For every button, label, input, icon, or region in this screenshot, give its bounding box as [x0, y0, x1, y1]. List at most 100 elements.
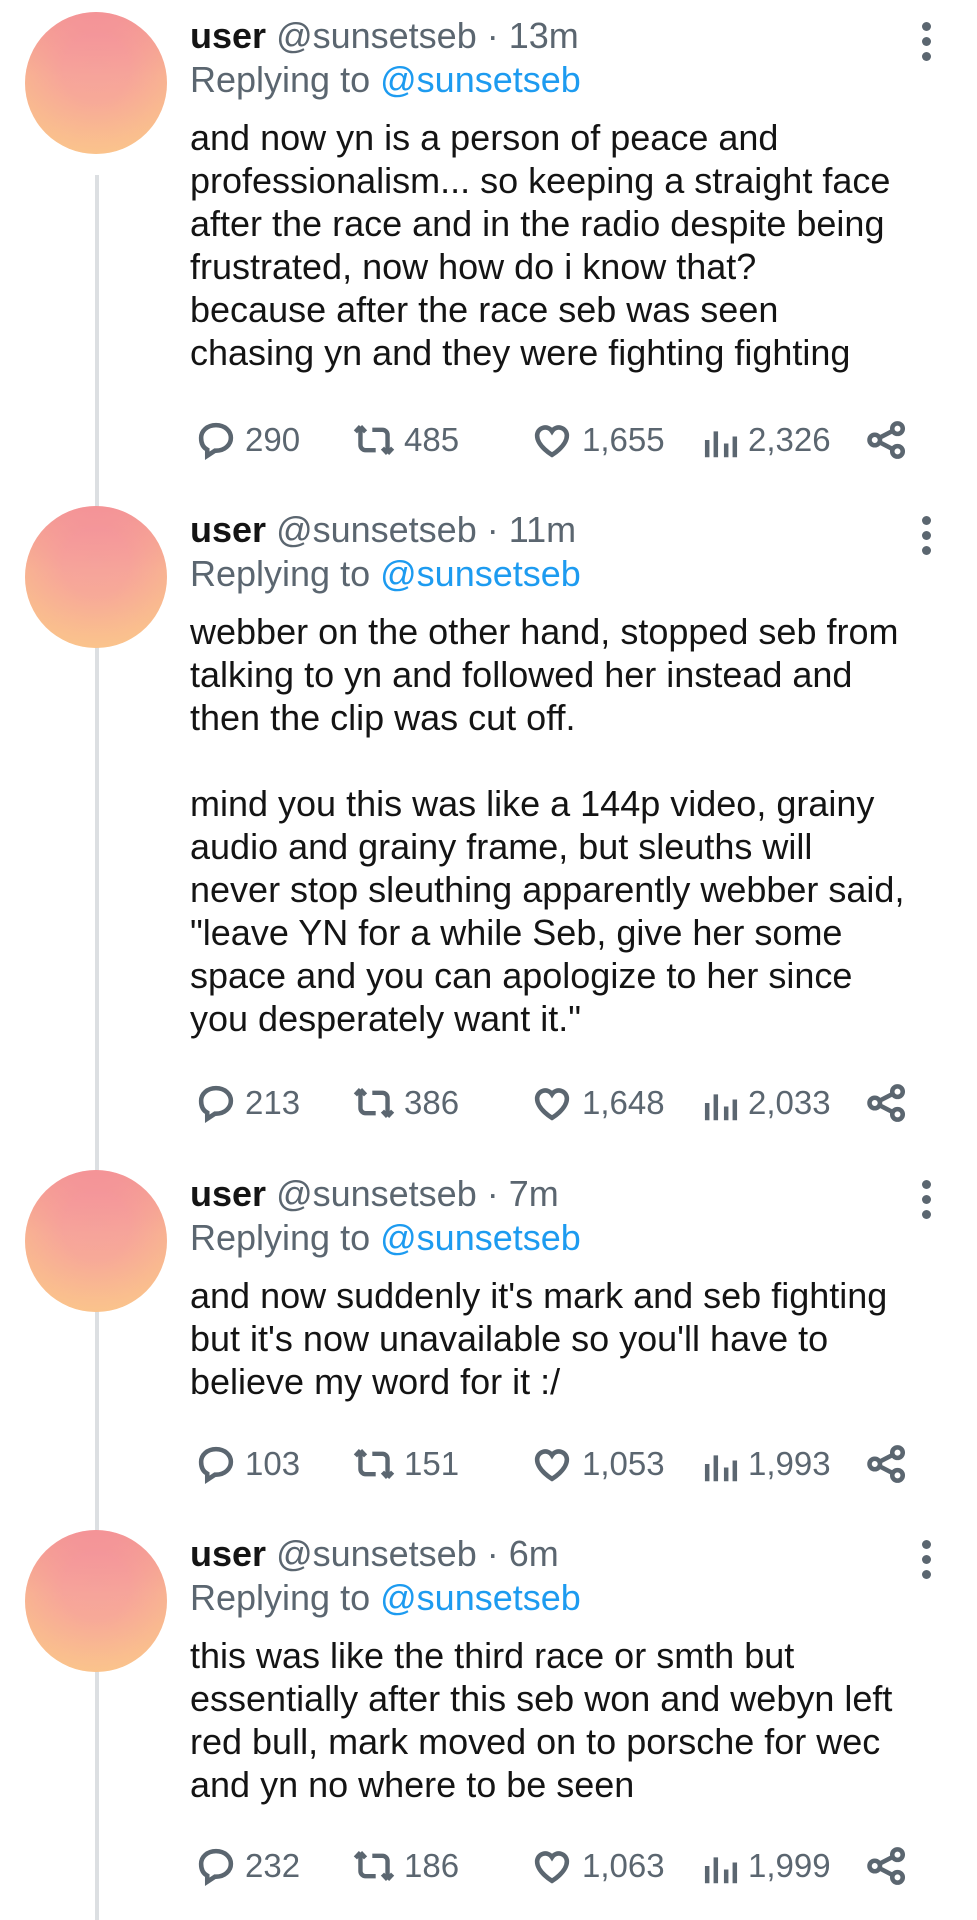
reply-button[interactable]: 232 — [195, 1842, 300, 1890]
display-name[interactable]: user — [190, 1173, 266, 1214]
more-options-icon[interactable] — [922, 22, 932, 61]
tweet-header: user @sunsetseb · 6m — [190, 1532, 937, 1576]
display-name[interactable]: user — [190, 15, 266, 56]
like-button[interactable]: 1,053 — [530, 1440, 665, 1488]
reply-button[interactable]: 290 — [195, 416, 300, 464]
views-count: 2,033 — [748, 1084, 831, 1121]
tweet-text: this was like the third race or smth but… — [190, 1635, 893, 1805]
replying-mention[interactable]: @sunsetseb — [380, 1217, 581, 1258]
more-options-icon[interactable] — [922, 1180, 932, 1219]
action-bar: 213 386 1,648 2,033 — [195, 1079, 915, 1127]
share-button[interactable] — [865, 1842, 909, 1890]
tweet-time: 11m — [508, 509, 577, 550]
share-icon — [867, 421, 906, 459]
replying-line: Replying to @sunsetseb — [190, 1216, 937, 1260]
share-icon — [867, 1847, 906, 1885]
share-button[interactable] — [865, 1079, 909, 1127]
separator-dot: · — [486, 1173, 509, 1214]
share-icon — [867, 1084, 906, 1122]
retweet-icon — [353, 1850, 395, 1882]
tweet-text: webber on the other hand, stopped seb fr… — [190, 611, 905, 1039]
heart-icon — [534, 1449, 570, 1482]
reply-icon — [198, 1446, 234, 1484]
user-handle[interactable]: @sunsetseb — [276, 509, 477, 550]
share-button[interactable] — [865, 1440, 909, 1488]
tweet-text: and now yn is a person of peace and prof… — [190, 117, 891, 373]
views-icon — [704, 1455, 738, 1482]
like-button[interactable]: 1,063 — [530, 1842, 665, 1890]
retweet-count: 386 — [404, 1084, 460, 1121]
share-button[interactable] — [865, 416, 909, 464]
retweet-icon — [353, 424, 395, 456]
action-bar: 103 151 1,053 1,993 — [195, 1440, 915, 1488]
retweet-icon — [353, 1087, 395, 1119]
display-name[interactable]: user — [190, 509, 266, 550]
heart-icon — [534, 1851, 570, 1884]
replying-line: Replying to @sunsetseb — [190, 58, 937, 102]
replying-prefix: Replying to — [190, 59, 371, 100]
user-handle[interactable]: @sunsetseb — [276, 15, 477, 56]
replying-line: Replying to @sunsetseb — [190, 1576, 937, 1620]
reply-count: 213 — [245, 1084, 301, 1121]
replying-prefix: Replying to — [190, 553, 371, 594]
user-handle[interactable]: @sunsetseb — [276, 1173, 477, 1214]
retweet-button[interactable]: 151 — [352, 1440, 459, 1488]
tweet-header: user @sunsetseb · 7m — [190, 1172, 937, 1216]
retweet-icon — [353, 1448, 395, 1480]
tweet-time: 13m — [508, 15, 579, 56]
like-count: 1,655 — [582, 421, 665, 458]
reply-count: 232 — [245, 1847, 301, 1884]
replying-mention[interactable]: @sunsetseb — [380, 553, 581, 594]
views-button[interactable]: 2,033 — [702, 1079, 831, 1127]
reply-count: 103 — [245, 1445, 301, 1482]
like-button[interactable]: 1,648 — [530, 1079, 665, 1127]
replying-prefix: Replying to — [190, 1217, 371, 1258]
replying-mention[interactable]: @sunsetseb — [380, 59, 581, 100]
separator-dot: · — [486, 1533, 509, 1574]
separator-dot: · — [486, 509, 509, 550]
tweet-time: 6m — [508, 1533, 559, 1574]
views-button[interactable]: 1,993 — [702, 1440, 831, 1488]
separator-dot: · — [486, 15, 509, 56]
views-count: 2,326 — [748, 421, 831, 458]
retweet-button[interactable]: 186 — [352, 1842, 459, 1890]
tweet-time: 7m — [508, 1173, 559, 1214]
display-name[interactable]: user — [190, 1533, 266, 1574]
tweet-text: and now suddenly it's mark and seb fight… — [190, 1275, 888, 1402]
heart-icon — [534, 1088, 570, 1121]
avatar[interactable] — [25, 506, 167, 648]
like-button[interactable]: 1,655 — [530, 416, 665, 464]
retweet-count: 485 — [404, 421, 460, 458]
retweet-count: 186 — [404, 1847, 460, 1884]
views-icon — [704, 431, 738, 458]
views-count: 1,993 — [748, 1445, 831, 1482]
like-count: 1,053 — [582, 1445, 665, 1482]
tweet-header: user @sunsetseb · 13m — [190, 14, 937, 58]
views-button[interactable]: 1,999 — [702, 1842, 831, 1890]
tweet-header: user @sunsetseb · 11m — [190, 508, 937, 552]
retweet-count: 151 — [404, 1445, 460, 1482]
action-bar: 290 485 1,655 2,326 — [195, 416, 915, 464]
share-icon — [867, 1445, 906, 1483]
reply-button[interactable]: 103 — [195, 1440, 300, 1488]
user-handle[interactable]: @sunsetseb — [276, 1533, 477, 1574]
more-options-icon[interactable] — [922, 1540, 932, 1579]
replying-mention[interactable]: @sunsetseb — [380, 1577, 581, 1618]
avatar[interactable] — [25, 1530, 167, 1672]
retweet-button[interactable]: 485 — [352, 416, 459, 464]
retweet-button[interactable]: 386 — [352, 1079, 459, 1127]
reply-icon — [198, 422, 234, 460]
avatar[interactable] — [25, 1170, 167, 1312]
views-count: 1,999 — [748, 1847, 831, 1884]
views-button[interactable]: 2,326 — [702, 416, 831, 464]
heart-icon — [534, 425, 570, 458]
reply-count: 290 — [245, 421, 301, 458]
views-icon — [704, 1857, 738, 1884]
avatar[interactable] — [25, 12, 167, 154]
reply-icon — [198, 1848, 234, 1886]
reply-icon — [198, 1085, 234, 1123]
more-options-icon[interactable] — [922, 516, 932, 555]
reply-button[interactable]: 213 — [195, 1079, 300, 1127]
replying-line: Replying to @sunsetseb — [190, 552, 937, 596]
views-icon — [704, 1094, 738, 1121]
